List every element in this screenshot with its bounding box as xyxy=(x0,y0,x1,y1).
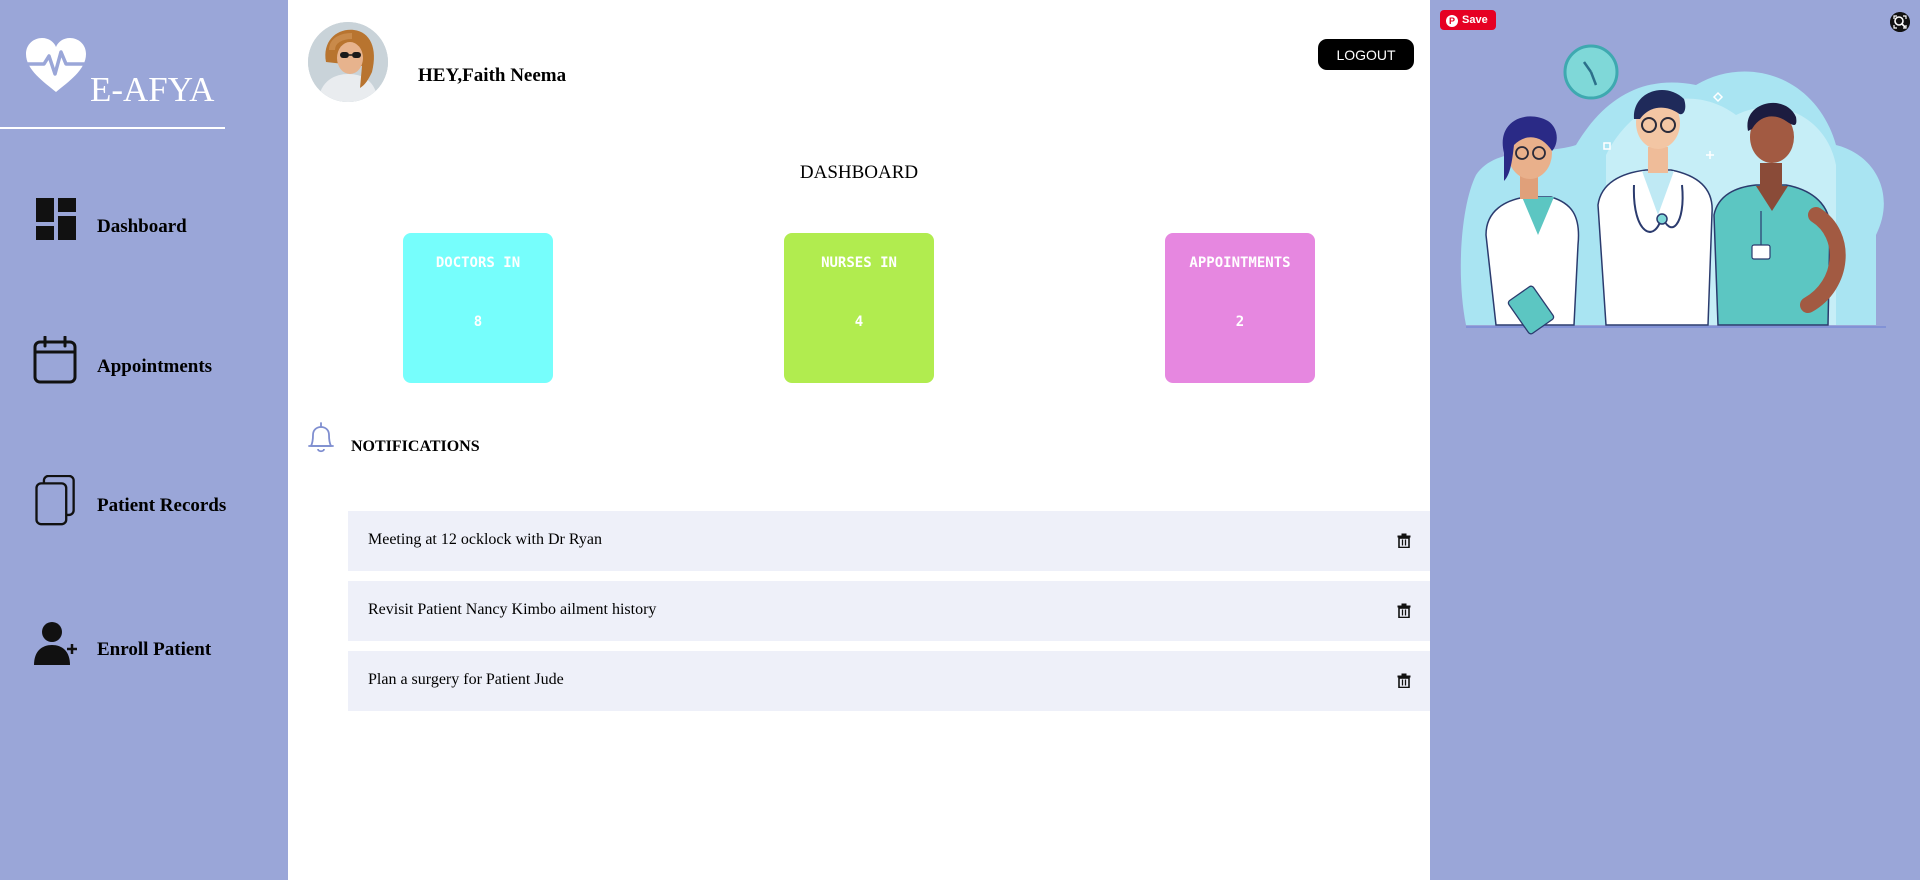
calendar-icon xyxy=(33,336,77,384)
stat-label: DOCTORS IN xyxy=(435,255,521,271)
stat-value: 8 xyxy=(473,314,483,330)
notification-text: Plan a surgery for Patient Jude xyxy=(368,671,564,688)
logo-divider xyxy=(0,127,225,129)
notification-item: Plan a surgery for Patient Jude xyxy=(348,651,1430,711)
logout-button[interactable]: LOGOUT xyxy=(1318,39,1414,70)
illustration-panel: P Save xyxy=(1430,0,1920,880)
sidebar-item-label: Appointments xyxy=(97,356,213,377)
page-title: DASHBOARD xyxy=(799,162,919,183)
trash-icon[interactable] xyxy=(1397,533,1411,548)
avatar[interactable] xyxy=(308,22,388,102)
stat-value: 4 xyxy=(854,314,864,330)
stat-card-nurses[interactable]: NURSES IN 4 xyxy=(784,233,934,383)
notifications-title: NOTIFICATIONS xyxy=(351,438,480,455)
pinterest-save-button[interactable]: P Save xyxy=(1440,10,1496,30)
notifications-header: NOTIFICATIONS xyxy=(308,422,608,462)
sidebar-item-label: Patient Records xyxy=(97,495,227,516)
user-photo xyxy=(308,22,388,102)
stat-value: 2 xyxy=(1235,314,1245,330)
medical-team-illustration xyxy=(1460,44,1886,335)
sidebar-item-label: Dashboard xyxy=(97,216,187,237)
pinterest-icon: P xyxy=(1446,15,1458,27)
add-user-icon xyxy=(34,622,77,665)
notification-text: Revisit Patient Nancy Kimbo ailment hist… xyxy=(368,601,657,618)
notification-text: Meeting at 12 ocklock with Dr Ryan xyxy=(368,531,602,548)
sidebar-item-dashboard[interactable]: Dashboard xyxy=(32,196,282,256)
sidebar-item-label: Enroll Patient xyxy=(97,639,212,660)
notification-item: Meeting at 12 ocklock with Dr Ryan xyxy=(348,511,1430,571)
notification-item: Revisit Patient Nancy Kimbo ailment hist… xyxy=(348,581,1430,641)
bell-icon xyxy=(308,422,334,453)
sidebar-item-appointments[interactable]: Appointments xyxy=(32,336,282,396)
brand-name: E-AFYA xyxy=(90,70,215,109)
visual-search-icon[interactable] xyxy=(1890,12,1910,32)
stat-card-appointments[interactable]: APPOINTMENTS 2 xyxy=(1165,233,1315,383)
trash-icon[interactable] xyxy=(1397,673,1411,688)
greeting: HEY,Faith Neema xyxy=(418,65,567,86)
save-label: Save xyxy=(1462,14,1488,26)
stat-label: APPOINTMENTS xyxy=(1189,255,1291,271)
dashboard-icon xyxy=(36,198,76,240)
trash-icon[interactable] xyxy=(1397,603,1411,618)
sidebar-item-patient-records[interactable]: Patient Records xyxy=(32,475,282,535)
heart-pulse-icon xyxy=(26,38,86,92)
main-content: HEY,Faith Neema LOGOUT DASHBOARD DOCTORS… xyxy=(288,0,1430,880)
sidebar-item-enroll-patient[interactable]: Enroll Patient xyxy=(32,619,282,679)
sidebar: E-AFYA Dashboard Appointments Patient Re… xyxy=(0,0,288,880)
stat-label: NURSES IN xyxy=(821,255,897,271)
brand-logo[interactable]: E-AFYA xyxy=(24,36,224,112)
records-icon xyxy=(35,475,75,526)
stat-card-doctors[interactable]: DOCTORS IN 8 xyxy=(403,233,553,383)
